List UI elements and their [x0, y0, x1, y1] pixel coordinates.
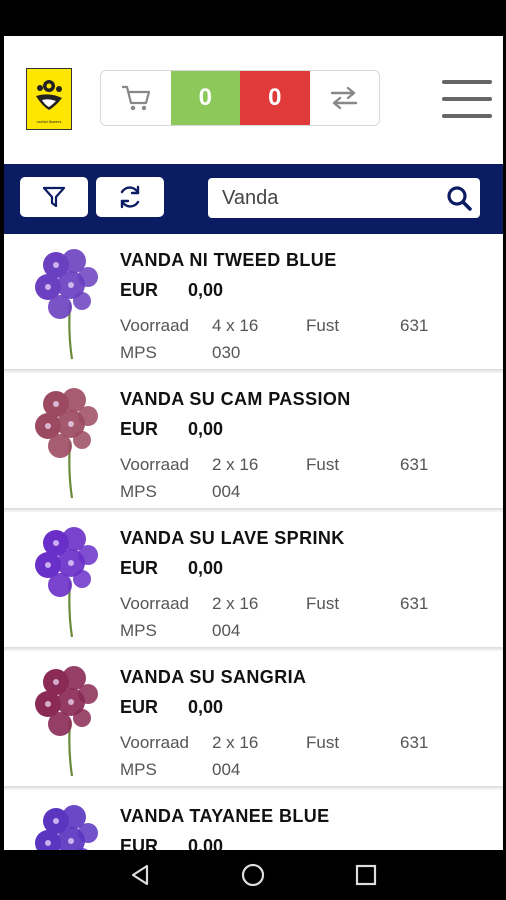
product-currency: EUR: [120, 419, 159, 439]
home-icon[interactable]: [240, 862, 266, 888]
mps-value: 004: [212, 482, 241, 501]
app-window: orchid flowers 0 0 Vanda VANDA NI TWEED …: [4, 36, 503, 850]
product-price: 0,00: [188, 697, 224, 717]
menu-line: [442, 80, 492, 84]
logo-flower-icon: [31, 75, 67, 119]
search-icon[interactable]: [446, 185, 472, 211]
counter-red[interactable]: 0: [240, 71, 310, 125]
stock-label: Voorraad: [120, 594, 189, 613]
stock-value: 2 x 16: [212, 733, 259, 752]
mps-value: 004: [212, 621, 241, 640]
fust-value: 631: [400, 594, 429, 613]
swap-button[interactable]: [310, 71, 380, 125]
mps-label: MPS: [120, 482, 157, 501]
product-card[interactable]: VANDA NI TWEED BLUE EUR 0,00 Voorraad 4 …: [4, 234, 503, 370]
menu-line: [442, 97, 492, 101]
product-price: 0,00: [188, 836, 224, 850]
fust-label: Fust: [306, 316, 340, 335]
product-card[interactable]: VANDA SU LAVE SPRINK EUR 0,00 Voorraad 2…: [4, 512, 503, 648]
fust-value: 631: [400, 316, 429, 335]
filter-icon: [42, 186, 66, 208]
stock-label: Voorraad: [120, 733, 189, 752]
status-bar: [0, 0, 506, 36]
android-nav-bar: [0, 850, 506, 900]
product-name: VANDA NI TWEED BLUE: [120, 250, 337, 270]
search-input[interactable]: [222, 178, 432, 218]
fust-label: Fust: [306, 455, 340, 474]
fust-value: 631: [400, 455, 429, 474]
stock-value: 2 x 16: [212, 455, 259, 474]
stock-value: 4 x 16: [212, 316, 259, 335]
fust-value: 631: [400, 733, 429, 752]
menu-line: [442, 114, 492, 118]
recents-icon[interactable]: [353, 862, 379, 888]
product-price: 0,00: [188, 419, 224, 439]
product-card[interactable]: VANDA SU CAM PASSION EUR 0,00 Voorraad 2…: [4, 373, 503, 509]
search-toolbar: [4, 164, 503, 234]
product-currency: EUR: [120, 836, 159, 850]
fust-label: Fust: [306, 733, 340, 752]
logo[interactable]: orchid flowers: [26, 68, 72, 130]
search-box: [208, 178, 480, 218]
mps-label: MPS: [120, 621, 157, 640]
product-currency: EUR: [120, 558, 159, 578]
mps-label: MPS: [120, 343, 157, 362]
counter-green[interactable]: 0: [170, 71, 240, 125]
product-image[interactable]: [24, 242, 108, 362]
stock-value: 2 x 16: [212, 594, 259, 613]
mps-value: 030: [212, 343, 241, 362]
cart-summary: 0 0: [100, 70, 380, 126]
product-name: VANDA SU SANGRIA: [120, 667, 307, 687]
product-card[interactable]: VANDA TAYANEE BLUE EUR 0,00 Voorraad: [4, 790, 503, 850]
stock-label: Voorraad: [120, 316, 189, 335]
hamburger-menu-icon[interactable]: [442, 80, 492, 118]
header: orchid flowers 0 0: [4, 36, 503, 164]
product-name: VANDA SU CAM PASSION: [120, 389, 351, 409]
logo-text: orchid flowers: [36, 118, 62, 124]
cart-button[interactable]: [101, 71, 171, 125]
stock-label: Voorraad: [120, 455, 189, 474]
product-card[interactable]: VANDA SU SANGRIA EUR 0,00 Voorraad 2 x 1…: [4, 651, 503, 787]
product-price: 0,00: [188, 558, 224, 578]
filter-button[interactable]: [20, 177, 88, 217]
mps-label: MPS: [120, 760, 157, 779]
refresh-icon: [120, 185, 140, 209]
refresh-button[interactable]: [96, 177, 164, 217]
mps-value: 004: [212, 760, 241, 779]
fust-label: Fust: [306, 594, 340, 613]
product-image[interactable]: [24, 798, 108, 850]
product-image[interactable]: [24, 381, 108, 501]
product-image[interactable]: [24, 520, 108, 640]
product-currency: EUR: [120, 697, 159, 717]
product-currency: EUR: [120, 280, 159, 300]
swap-icon: [331, 86, 358, 110]
product-image[interactable]: [24, 659, 108, 779]
cart-icon: [121, 85, 150, 111]
product-name: VANDA SU LAVE SPRINK: [120, 528, 345, 548]
product-price: 0,00: [188, 280, 224, 300]
product-name: VANDA TAYANEE BLUE: [120, 806, 330, 826]
back-icon[interactable]: [128, 862, 154, 888]
